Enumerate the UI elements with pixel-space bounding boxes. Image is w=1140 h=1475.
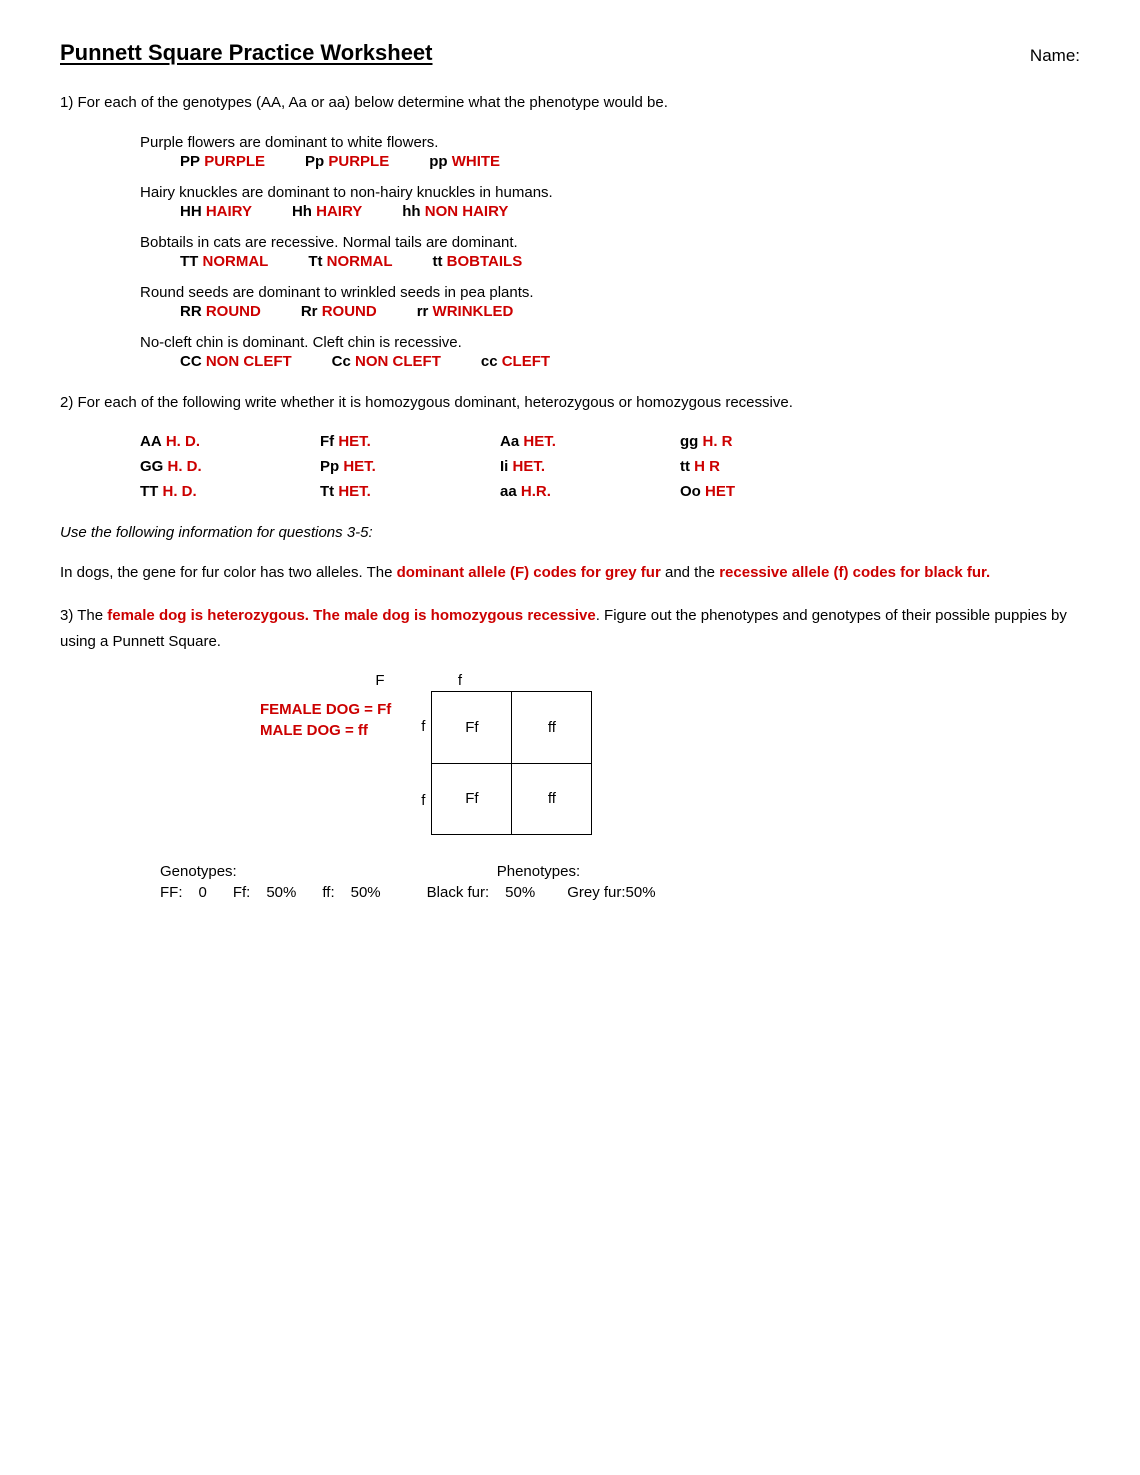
grey-label: Grey fur:50% [567,884,655,901]
q1-traits: Purple flowers are dominant to white flo… [60,134,1080,370]
black-label: Black fur: [427,884,490,901]
q2-cell: GG H. D. [140,458,320,475]
trait-description: Round seeds are dominant to wrinkled see… [140,284,1080,301]
trait-item: Purple flowers are dominant to white flo… [60,134,1080,170]
trait-genotypes-row: RR ROUND Rr ROUND rr WRINKLED [180,303,1080,320]
trait-item: No-cleft chin is dominant. Cleft chin is… [60,334,1080,370]
trait-description: Purple flowers are dominant to white flo… [140,134,1080,151]
punnett-col-header-f: f [420,672,500,689]
ff-label: FF: [160,884,183,901]
genotype-item: PP PURPLE [180,153,265,170]
punnett-row-header-f1: f [421,691,431,761]
trait-description: No-cleft chin is dominant. Cleft chin is… [140,334,1080,351]
genotype-item: pp WHITE [429,153,500,170]
genotype-item: hh NON HAIRY [402,203,508,220]
q3-section: Use the following information for questi… [60,520,1080,901]
dog-labels: FEMALE DOG = Ff MALE DOG = ff [260,691,391,835]
page-header: Punnett Square Practice Worksheet Name: [60,40,1080,66]
ff-val: 0 [199,884,207,901]
female-dog-label: FEMALE DOG = Ff [260,701,391,718]
trait-genotypes-row: HH HAIRY Hh HAIRY hh NON HAIRY [180,203,1080,220]
punnett-cell: ff [512,763,592,835]
q2-cell: Tt HET. [320,483,500,500]
q2-cell: aa H.R. [500,483,680,500]
q2-cell: tt H R [680,458,860,475]
genotype-item: rr WRINKLED [417,303,514,320]
q1-intro: 1) For each of the genotypes (AA, Aa or … [60,90,1080,116]
q2-cell: AA H. D. [140,433,320,450]
q3-q-red: female dog is heterozygous. The male dog… [107,607,595,624]
q2-cell: Ii HET. [500,458,680,475]
genotype-item: tt BOBTAILS [433,253,523,270]
q2-cell: Pp HET. [320,458,500,475]
genotypes-label: Genotypes: [160,863,237,880]
punnett-cell: ff [512,692,592,764]
q3-question: 3) The female dog is heterozygous. The m… [60,603,1080,654]
punnett-table: FfffFfff [431,691,592,835]
phenotypes-label: Phenotypes: [497,863,580,880]
q3-info-red2: recessive allele (f) codes for black fur… [719,564,990,581]
q3-intro: Use the following information for questi… [60,520,1080,546]
name-label: Name: [1030,46,1080,66]
genotype-item: Hh HAIRY [292,203,362,220]
male-dog-label: MALE DOG = ff [260,722,391,739]
page-title: Punnett Square Practice Worksheet [60,40,433,66]
genotype-item: Cc NON CLEFT [332,353,441,370]
punnett-main: FEMALE DOG = Ff MALE DOG = ff f f FfffFf… [260,691,1080,835]
punnett-top-headers: F f [340,672,1080,689]
trait-item: Bobtails in cats are recessive. Normal t… [60,234,1080,270]
trait-genotypes-row: TT NORMAL Tt NORMAL tt BOBTAILS [180,253,1080,270]
q3-q-text: 3) The [60,607,107,624]
trait-description: Bobtails in cats are recessive. Normal t… [140,234,1080,251]
punnett-cell: Ff [432,692,512,764]
q2-cell: Ff HET. [320,433,500,450]
summary-header-row: Genotypes: Phenotypes: [160,863,1080,880]
q3-info: In dogs, the gene for fur color has two … [60,560,1080,586]
q2-cell: Aa HET. [500,433,680,450]
trait-item: Hairy knuckles are dominant to non-hairy… [60,184,1080,220]
question-1: 1) For each of the genotypes (AA, Aa or … [60,90,1080,370]
genotype-item: Rr ROUND [301,303,377,320]
ff2-val: 50% [351,884,381,901]
genotype-item: CC NON CLEFT [180,353,292,370]
q2-cell: TT H. D. [140,483,320,500]
punnett-side-labels: f f [421,691,431,835]
trait-genotypes-row: PP PURPLE Pp PURPLE pp WHITE [180,153,1080,170]
punnett-section: F f FEMALE DOG = Ff MALE DOG = ff f f Ff… [260,672,1080,835]
q2-intro: 2) For each of the following write wheth… [60,390,1080,416]
Ff-val: 50% [266,884,296,901]
question-2: 2) For each of the following write wheth… [60,390,1080,501]
q2-row: AA H. D.Ff HET.Aa HET.gg H. R [140,433,1080,450]
punnett-grid-area: f f FfffFfff [421,691,592,835]
genotype-item: Tt NORMAL [308,253,392,270]
trait-item: Round seeds are dominant to wrinkled see… [60,284,1080,320]
genotype-item: Pp PURPLE [305,153,389,170]
q2-row: TT H. D.Tt HET.aa H.R.Oo HET [140,483,1080,500]
q3-info-red1: dominant allele (F) codes for grey fur [397,564,661,581]
summary-values-row: FF: 0 Ff: 50% ff: 50% Black fur: 50% Gre… [160,884,1080,901]
punnett-row-header-f2: f [421,765,431,835]
genotype-item: cc CLEFT [481,353,550,370]
q2-cell: gg H. R [680,433,860,450]
genotype-item: TT NORMAL [180,253,268,270]
q3-info-text1: In dogs, the gene for fur color has two … [60,564,397,581]
black-val: 50% [505,884,535,901]
Ff-label: Ff: [233,884,251,901]
genotype-item: RR ROUND [180,303,261,320]
q2-row: GG H. D.Pp HET.Ii HET.tt H R [140,458,1080,475]
q2-grid: AA H. D.Ff HET.Aa HET.gg H. R GG H. D.Pp … [140,433,1080,500]
q3-info-mid: and the [661,564,719,581]
trait-description: Hairy knuckles are dominant to non-hairy… [140,184,1080,201]
genotype-item: HH HAIRY [180,203,252,220]
genotype-summary: Genotypes: Phenotypes: FF: 0 Ff: 50% ff:… [160,863,1080,901]
punnett-col-header-F: F [340,672,420,689]
punnett-cell: Ff [432,763,512,835]
q2-cell: Oo HET [680,483,860,500]
trait-genotypes-row: CC NON CLEFT Cc NON CLEFT cc CLEFT [180,353,1080,370]
ff2-label: ff: [322,884,334,901]
